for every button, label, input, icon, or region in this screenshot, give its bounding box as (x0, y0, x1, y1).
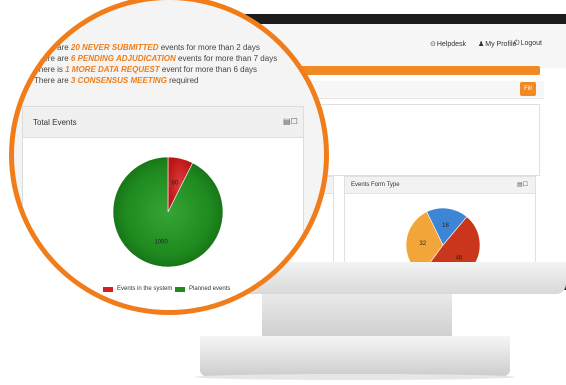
form-type-title: Events Form Type (351, 182, 400, 188)
legend-events-in-system: Events in the system (117, 286, 173, 292)
pie-label-blue: 18 (442, 223, 449, 229)
pie-label-planned-events: 1000 (154, 239, 168, 245)
alert-pending-adjudication[interactable]: There are 6 PENDING ADJUDICATION events … (34, 54, 277, 63)
total-events-panel: Total Events ▤☐ 80 1000 Events in the sys… (22, 106, 304, 310)
document-icon[interactable]: ▤ (283, 117, 291, 126)
pie-slice-planned-events[interactable] (112, 156, 224, 268)
legend-planned-events: Planned events (189, 286, 231, 292)
alert-more-data-request[interactable]: There is 1 MORE DATA REQUEST event for m… (34, 65, 257, 74)
fill-button[interactable]: Fill (520, 82, 536, 96)
logout-link[interactable]: ⏻Logout (514, 40, 542, 48)
checkbox-icon[interactable]: ☐ (523, 182, 528, 188)
helpdesk-link[interactable]: ⊙Helpdesk (430, 40, 466, 48)
legend-swatch-planned (175, 287, 185, 292)
form-type-pie: 48 32 18 (405, 207, 481, 262)
total-events-title: Total Events (33, 118, 77, 127)
total-events-pie: 80 1000 (112, 156, 224, 268)
checkbox-icon[interactable]: ☐ (291, 117, 298, 126)
alert-never-submitted[interactable]: There are 20 NEVER SUBMITTED events for … (34, 43, 260, 52)
pie-label-orange: 32 (419, 241, 426, 247)
user-icon: ♟ (478, 41, 485, 48)
total-events-tools[interactable]: ▤☐ (283, 117, 298, 126)
form-type-panel: Events Form Type ▤☐ 48 32 18 (344, 176, 536, 262)
monitor-stand (200, 336, 510, 376)
monitor-stand-shadow (195, 374, 515, 380)
power-icon: ⏻ (514, 40, 520, 47)
form-type-tools[interactable]: ▤☐ (517, 181, 528, 188)
magnifier-lens: There are 20 NEVER SUBMITTED events for … (14, 0, 324, 310)
pie-label-events-in-system: 80 (172, 181, 179, 187)
legend-swatch-system (103, 287, 113, 292)
alert-consensus-meeting[interactable]: There are 3 CONSENSUS MEETING required (34, 76, 199, 85)
pie-label-red: 48 (456, 256, 463, 262)
my-profile-link[interactable]: ♟My Profile (478, 40, 516, 48)
help-icon: ⊙ (430, 41, 436, 48)
